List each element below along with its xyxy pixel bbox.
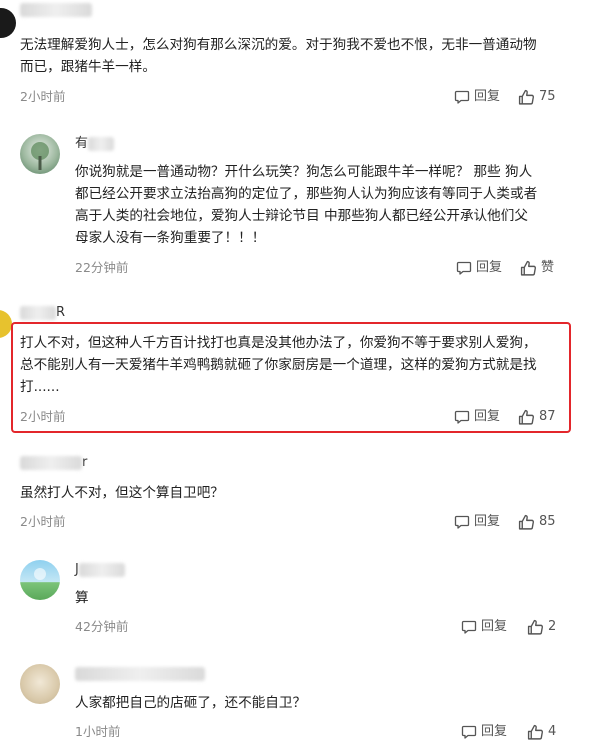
thumbs-up-icon <box>518 89 534 105</box>
comment-time: 42分钟前 <box>75 619 129 634</box>
thumbs-up-icon <box>520 260 536 276</box>
comment-text: 算 <box>75 590 89 606</box>
thumbs-up-icon <box>527 619 543 635</box>
username[interactable]: J <box>75 562 125 578</box>
highlight-box <box>11 322 571 433</box>
like-button[interactable]: 4 <box>527 723 556 741</box>
reply-label: 回复 <box>474 89 501 104</box>
comment-text: 你说狗就是一普通动物？开什么玩笑？狗怎么可能跟牛羊一样呢？ 那些 狗人 都已经公… <box>75 164 538 246</box>
comment-bubble-icon <box>461 620 477 634</box>
comment-bubble-icon <box>456 261 472 275</box>
like-count: 85 <box>539 514 556 529</box>
reply-label: 回复 <box>481 724 508 739</box>
comment-text: 无法理解爱狗人士，怎么对狗有那么深沉的爱。对于狗我不爱也不恨，无非一普通动物 而… <box>20 37 537 75</box>
username[interactable]: r <box>20 455 87 471</box>
like-button[interactable]: 85 <box>518 513 556 531</box>
comment-bubble-icon <box>461 725 477 739</box>
like-count: 2 <box>548 619 557 634</box>
reply-button[interactable]: 回复 <box>454 513 500 531</box>
reply-label: 回复 <box>476 260 503 275</box>
comment-text: 虽然打人不对，但这个算自卫吧？ <box>20 485 224 501</box>
like-button[interactable]: 赞 <box>520 259 554 277</box>
like-button[interactable]: 2 <box>527 618 556 636</box>
like-button[interactable]: 75 <box>518 88 556 106</box>
reply-button[interactable]: 回复 <box>454 88 500 106</box>
comment-time: 1小时前 <box>75 724 121 739</box>
like-count: 4 <box>548 724 557 739</box>
comment-time: 22分钟前 <box>75 260 129 275</box>
reply-button[interactable]: 回复 <box>461 618 507 636</box>
reply-label: 回复 <box>474 514 501 529</box>
thumbs-up-icon <box>518 514 534 530</box>
comment-time: 2小时前 <box>20 89 66 104</box>
comment-text: 人家都把自己的店砸了，还不能自卫？ <box>75 695 307 711</box>
avatar[interactable] <box>20 134 60 174</box>
comment-bubble-icon <box>454 515 470 529</box>
avatar[interactable] <box>0 8 16 38</box>
avatar[interactable] <box>20 560 60 600</box>
like-count: 75 <box>539 89 556 104</box>
thumbs-up-icon <box>527 724 543 740</box>
comment-time: 2小时前 <box>20 514 66 529</box>
username-blurred[interactable] <box>75 666 205 682</box>
reply-button[interactable]: 回复 <box>456 259 502 277</box>
username-blurred[interactable] <box>20 2 92 18</box>
like-label: 赞 <box>541 260 555 275</box>
reply-label: 回复 <box>481 619 508 634</box>
avatar[interactable] <box>20 664 60 704</box>
reply-button[interactable]: 回复 <box>461 723 507 741</box>
username[interactable]: 有 <box>75 136 115 152</box>
comment-bubble-icon <box>454 90 470 104</box>
username[interactable]: R <box>20 305 65 321</box>
